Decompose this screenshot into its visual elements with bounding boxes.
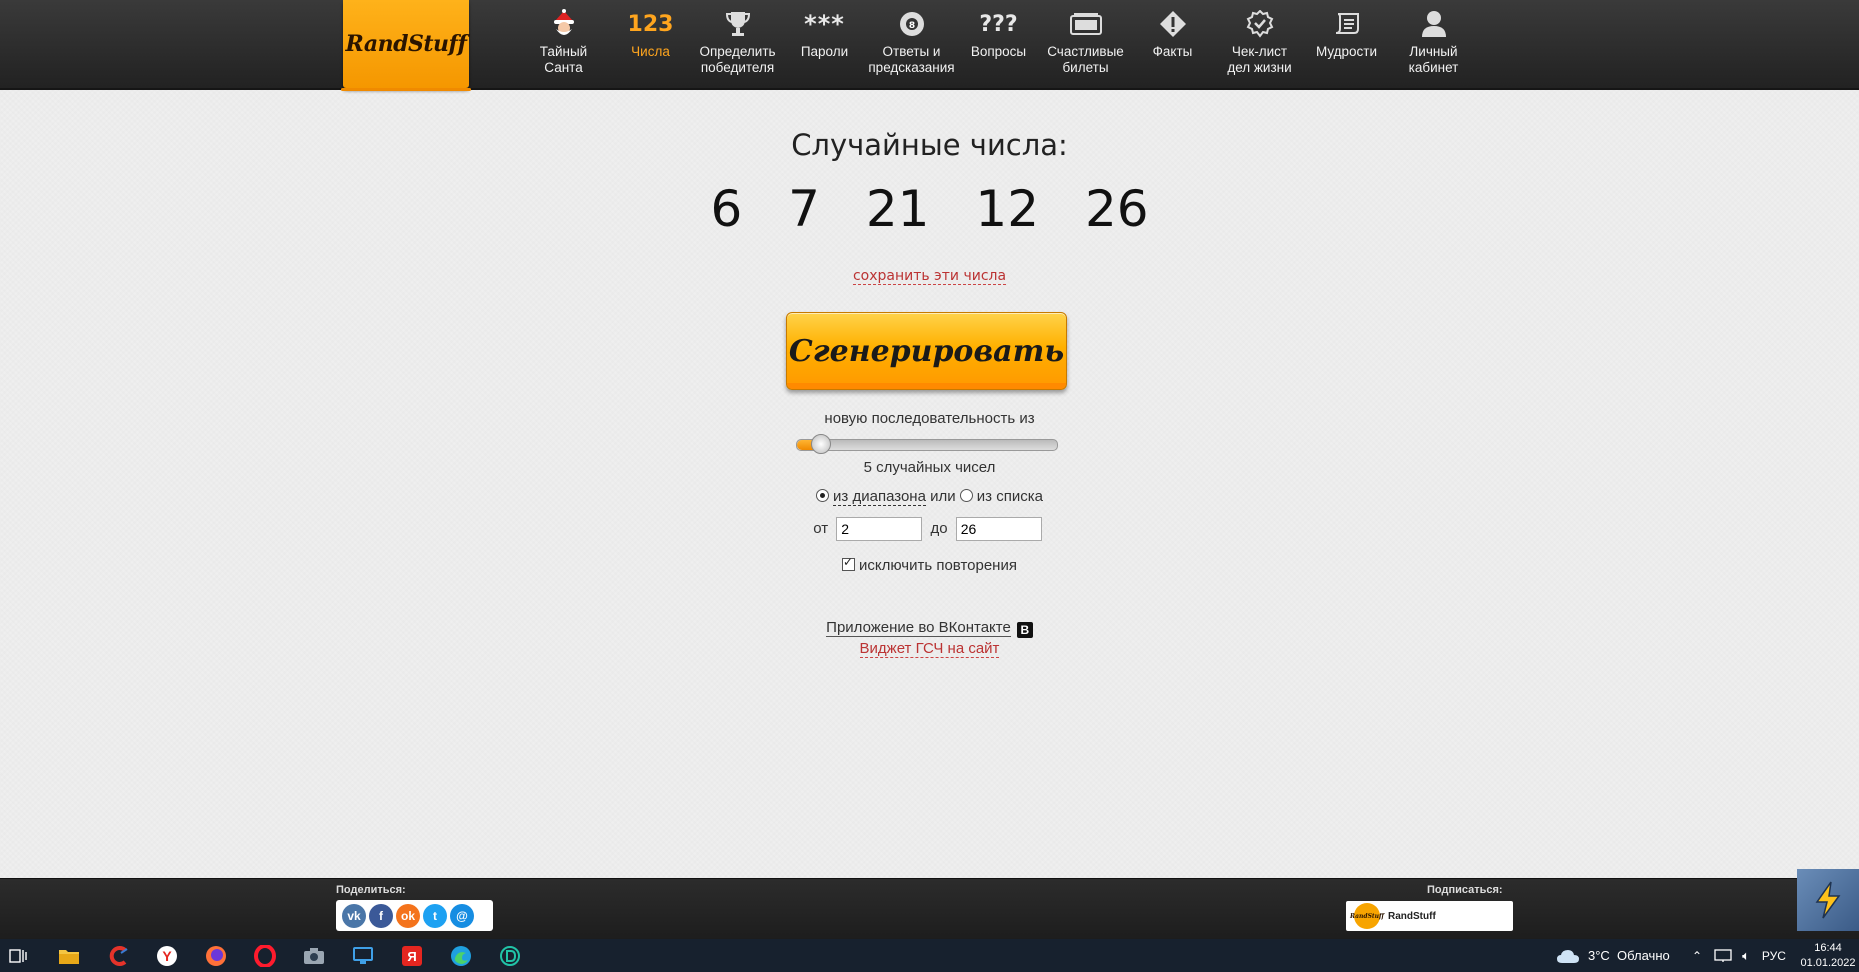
vk-app-link[interactable]: Приложение во ВКонтакте bbox=[826, 619, 1011, 637]
language-indicator[interactable]: РУС bbox=[1762, 949, 1786, 963]
nav-item-passwords[interactable]: *** Пароли bbox=[781, 0, 868, 88]
firefox-icon[interactable] bbox=[204, 944, 228, 968]
mode-range-radio[interactable] bbox=[816, 489, 830, 502]
question-icon: ??? bbox=[979, 11, 1018, 37]
subscribe-label: Подписаться: bbox=[1427, 884, 1503, 896]
task-view-icon[interactable] bbox=[6, 944, 30, 968]
vk-app-row: Приложение во ВКонтакте B bbox=[0, 619, 1859, 638]
from-input[interactable] bbox=[836, 517, 923, 541]
save-numbers-row: сохранить эти числа bbox=[0, 268, 1859, 285]
svg-text:8: 8 bbox=[908, 21, 914, 31]
trophy-icon bbox=[694, 8, 781, 40]
nav-item-secret-santa[interactable]: Тайный Санта bbox=[520, 0, 607, 88]
random-number: 21 bbox=[865, 180, 930, 238]
system-clock[interactable]: 16:44 01.01.2022 bbox=[1800, 941, 1856, 971]
weather-widget[interactable]: 3°C Облачно bbox=[1556, 939, 1670, 972]
nav-item-questions[interactable]: ??? Вопросы bbox=[955, 0, 1042, 88]
fact-icon bbox=[1129, 8, 1216, 40]
scroll-icon bbox=[1303, 8, 1390, 40]
clock-date: 01.01.2022 bbox=[1800, 957, 1856, 969]
eight-ball-icon: 8 bbox=[868, 8, 955, 40]
yandex-browser-icon[interactable]: Y bbox=[155, 944, 179, 968]
ticket-icon bbox=[1042, 8, 1129, 40]
random-number: 26 bbox=[1084, 180, 1149, 238]
nav-item-checklist[interactable]: Чек-лист дел жизни bbox=[1216, 0, 1303, 88]
volume-icon[interactable]: 🔈︎ bbox=[1742, 948, 1750, 964]
generate-button[interactable]: Сгенерировать bbox=[786, 312, 1067, 390]
nav-item-tickets[interactable]: Счастливые билеты bbox=[1042, 0, 1129, 88]
lightning-app-icon[interactable] bbox=[1797, 869, 1859, 931]
facebook-share-icon[interactable]: f bbox=[369, 903, 393, 928]
exclude-repeats-row: исключить повторения bbox=[0, 555, 1859, 574]
numbers-icon: 123 bbox=[627, 11, 674, 37]
edge-icon[interactable] bbox=[449, 944, 473, 968]
chevron-up-icon[interactable]: ⌃ bbox=[1692, 949, 1702, 963]
to-label: до bbox=[930, 519, 948, 537]
mode-list-label[interactable]: из списка bbox=[977, 488, 1043, 505]
from-label: от bbox=[813, 519, 829, 537]
save-numbers-link[interactable]: сохранить эти числа bbox=[852, 268, 1007, 285]
to-input[interactable] bbox=[955, 517, 1042, 541]
santa-icon bbox=[520, 8, 607, 40]
count-label: 5 случайных чисел bbox=[863, 459, 996, 476]
randstuff-avatar: RandStuff bbox=[1350, 903, 1384, 929]
nav-item-answers[interactable]: 8 Ответы и предсказания bbox=[868, 0, 955, 88]
yandex-icon[interactable]: Я bbox=[400, 944, 424, 968]
count-slider[interactable] bbox=[796, 434, 1058, 454]
vk-share-icon[interactable]: vk bbox=[342, 903, 366, 928]
nav-item-account[interactable]: Личный кабинет bbox=[1390, 0, 1477, 88]
svg-text:Я: Я bbox=[407, 949, 416, 964]
teal-app-icon[interactable] bbox=[498, 944, 522, 968]
random-number: 12 bbox=[975, 180, 1040, 238]
mail-share-icon[interactable]: @ bbox=[450, 903, 474, 928]
cloud-icon bbox=[1557, 949, 1579, 963]
share-buttons: vk f ok t @ bbox=[336, 900, 493, 931]
range-inputs: от до bbox=[0, 517, 1859, 541]
page-title: Случайные числа: bbox=[791, 128, 1068, 162]
nav-item-winner[interactable]: Определить победителя bbox=[694, 0, 781, 88]
user-icon bbox=[1390, 8, 1477, 40]
checklist-icon bbox=[1216, 8, 1303, 40]
random-number: 6 bbox=[710, 180, 743, 238]
exclude-repeats-label[interactable]: исключить повторения bbox=[859, 557, 1017, 574]
svg-text:Y: Y bbox=[162, 948, 172, 964]
randstuff-logo[interactable]: RandStuff bbox=[341, 0, 471, 91]
file-explorer-icon[interactable] bbox=[57, 944, 81, 968]
logo-text: RandStuff bbox=[345, 31, 467, 57]
weather-text: 3°C Облачно bbox=[1588, 948, 1670, 963]
mode-list-radio[interactable] bbox=[959, 489, 973, 502]
exclude-repeats-checkbox[interactable] bbox=[842, 555, 856, 571]
footer: Поделиться: vk f ok t @ Подписаться: Ran… bbox=[0, 878, 1859, 940]
random-numbers: 6 7 21 12 26 bbox=[0, 180, 1859, 238]
top-navigation-bar: RandStuff Тайный Санта 123 Числа Определ… bbox=[0, 0, 1859, 91]
subscribe-name: RandStuff bbox=[1388, 910, 1436, 922]
widget-link[interactable]: Виджет ГСЧ на сайт bbox=[859, 640, 1000, 658]
ccleaner-icon[interactable] bbox=[106, 944, 130, 968]
vk-icon[interactable]: B bbox=[1016, 622, 1033, 638]
windows-taskbar: Y Я 3°C Облачно ⌃ 🔈︎ РУС 16:44 01.01.202… bbox=[0, 939, 1859, 972]
network-icon[interactable] bbox=[1714, 948, 1732, 963]
mode-selector: из диапазона или из списка bbox=[0, 488, 1859, 506]
sequence-label: новую последовательность из bbox=[824, 410, 1035, 427]
twitter-share-icon[interactable]: t bbox=[423, 903, 447, 928]
nav-item-facts[interactable]: Факты bbox=[1129, 0, 1216, 88]
tray-icons: ⌃ 🔈︎ РУС bbox=[1692, 939, 1786, 972]
subscribe-widget[interactable]: RandStuff RandStuff bbox=[1346, 901, 1513, 931]
screenshot-tool-icon[interactable] bbox=[302, 944, 326, 968]
share-label: Поделиться: bbox=[336, 884, 406, 896]
mode-or-text: или bbox=[930, 488, 956, 505]
clock-time: 16:44 bbox=[1814, 942, 1842, 954]
opera-icon[interactable] bbox=[253, 944, 277, 968]
nav-item-wisdom[interactable]: Мудрости bbox=[1303, 0, 1390, 88]
count-slider-handle[interactable] bbox=[811, 434, 831, 454]
random-number: 7 bbox=[788, 180, 820, 238]
remote-desktop-icon[interactable] bbox=[351, 944, 375, 968]
odnoklassniki-share-icon[interactable]: ok bbox=[396, 903, 420, 928]
mode-range-label[interactable]: из диапазона bbox=[833, 488, 926, 506]
widget-row: Виджет ГСЧ на сайт bbox=[0, 640, 1859, 658]
generate-button-label: Сгенерировать bbox=[788, 333, 1065, 369]
nav-item-numbers[interactable]: 123 Числа bbox=[607, 0, 694, 88]
password-icon: *** bbox=[804, 10, 845, 38]
